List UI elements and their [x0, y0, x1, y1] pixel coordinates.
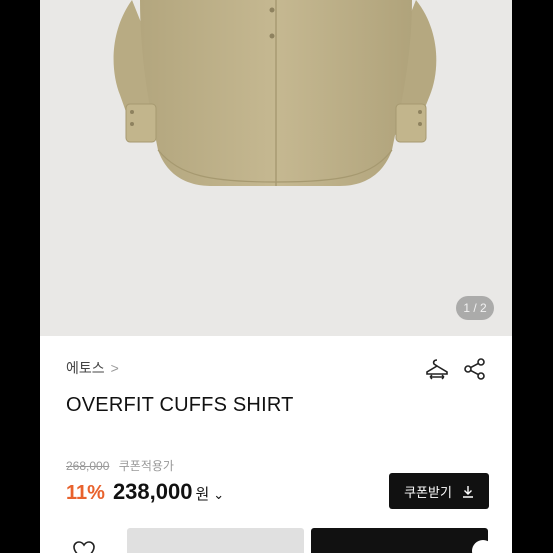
- share-icon[interactable]: [462, 356, 488, 382]
- coupon-download-button[interactable]: 쿠폰받기: [389, 473, 489, 509]
- chevron-down-icon: ⌄: [213, 487, 225, 502]
- product-title: OVERFIT CUFFS SHIRT: [66, 394, 294, 416]
- hanger-icon[interactable]: [424, 356, 450, 382]
- brand-name: 에토스: [66, 360, 105, 376]
- product-screen: 1 / 2 에토스 > OVERFIT CUFFS SHIRT 268,000 …: [40, 0, 512, 553]
- original-price-row: 268,000 쿠폰적용가: [66, 457, 174, 474]
- primary-action-button[interactable]: [311, 528, 488, 553]
- coupon-price-label: 쿠폰적용가: [118, 459, 174, 473]
- sale-price: 238,000: [112, 479, 193, 504]
- floating-dot: [472, 540, 488, 553]
- discount-rate: 11%: [66, 482, 105, 504]
- product-info: 에토스 > OVERFIT CUFFS SHIRT 268,000 쿠폰적용가 …: [40, 336, 512, 553]
- image-page-indicator: 1 / 2: [456, 296, 494, 320]
- heart-icon[interactable]: [72, 540, 96, 553]
- product-image[interactable]: 1 / 2: [40, 0, 512, 336]
- bottom-action-bar: [40, 528, 512, 553]
- coupon-button-label: 쿠폰받기: [404, 484, 452, 500]
- shirt-illustration: [113, 0, 437, 186]
- currency-label: 원: [195, 486, 210, 503]
- brand-link[interactable]: 에토스 >: [66, 358, 119, 378]
- secondary-action-button[interactable]: [127, 528, 304, 553]
- sale-price-row[interactable]: 11% 238,000 원 ⌄: [66, 479, 224, 505]
- chevron-right-icon: >: [110, 360, 119, 376]
- original-price: 268,000: [66, 459, 110, 473]
- download-icon: [462, 485, 473, 498]
